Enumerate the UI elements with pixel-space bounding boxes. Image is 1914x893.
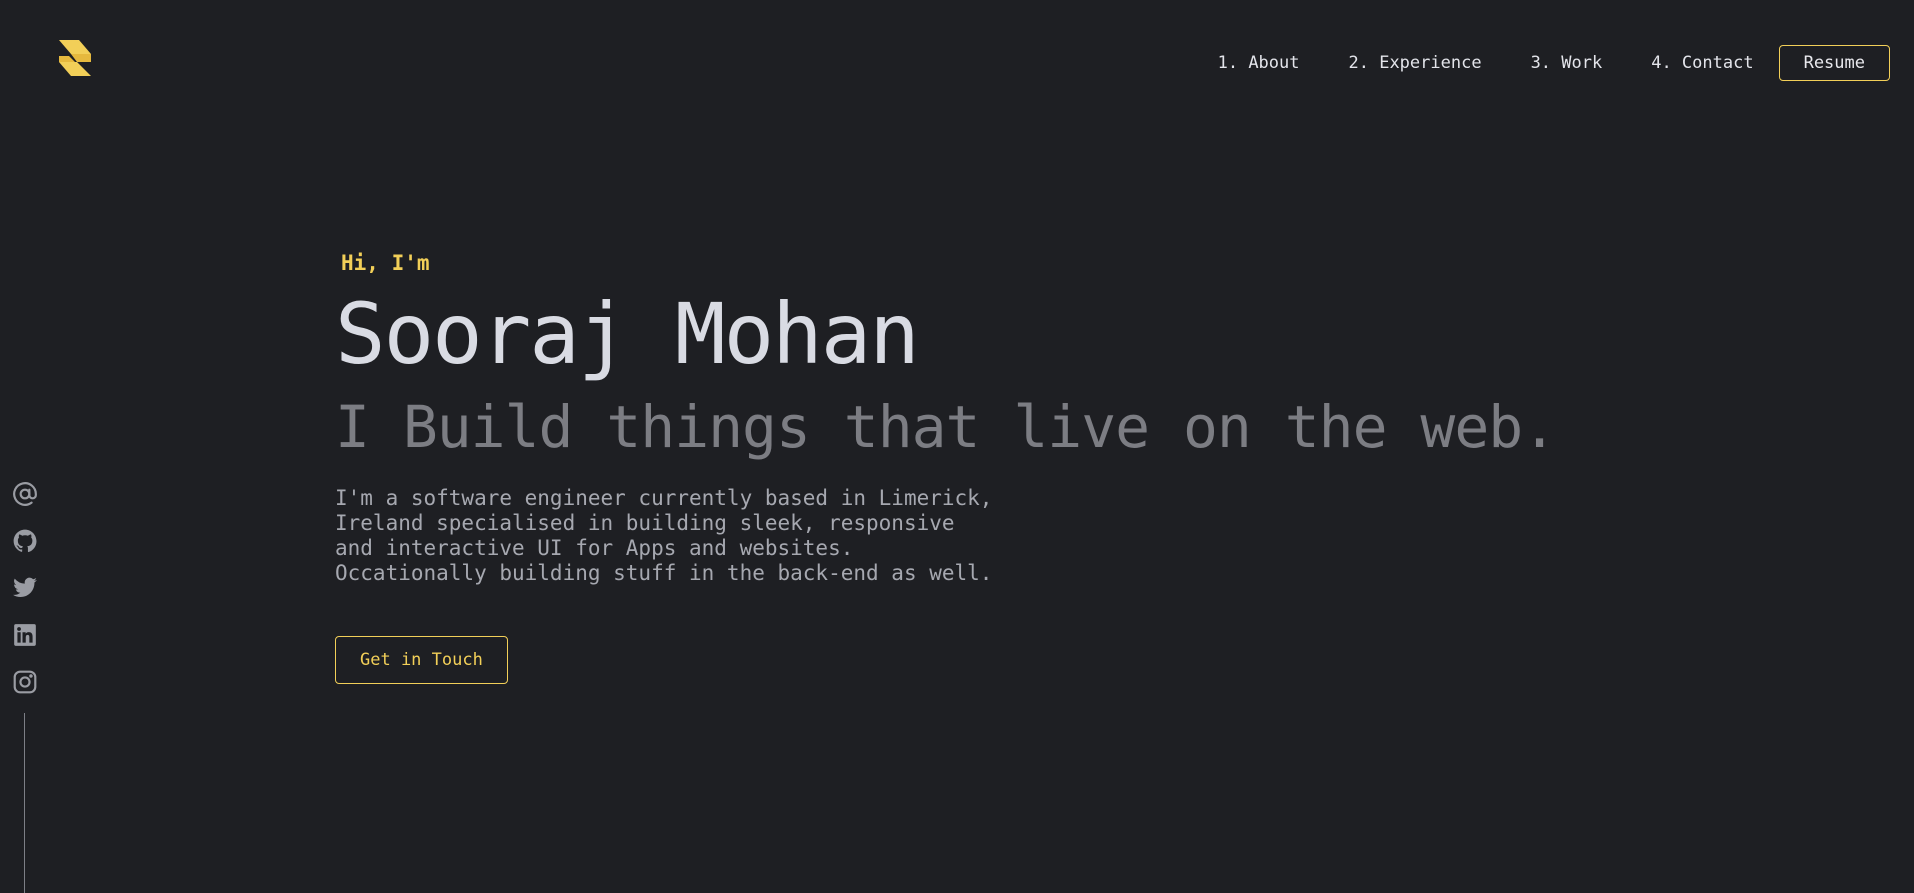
hero-section: Hi, I'm Sooraj Mohan I Build things that…: [335, 248, 1635, 684]
twitter-icon[interactable]: [11, 574, 39, 602]
github-icon[interactable]: [11, 527, 39, 555]
instagram-icon[interactable]: [11, 668, 39, 696]
s-logo-icon[interactable]: [55, 38, 95, 78]
hero-tagline: I Build things that live on the web.: [335, 393, 1557, 461]
bio-line: I'm a software engineer currently based …: [335, 486, 993, 510]
nav-work-link[interactable]: 3. Work: [1531, 53, 1603, 73]
get-in-touch-button[interactable]: Get in Touch: [335, 636, 508, 684]
bio-line: Ireland specialised in building sleek, r…: [335, 511, 955, 535]
bio-line: Occationally building stuff in the back-…: [335, 561, 993, 585]
resume-button[interactable]: Resume: [1778, 45, 1890, 81]
greeting-text: Hi, I'm: [341, 251, 430, 275]
main-nav: 1. About 2. Experience 3. Work 4. Contac…: [1218, 44, 1890, 82]
nav-contact-link[interactable]: 4. Contact: [1651, 53, 1753, 73]
hero-name: Sooraj Mohan: [335, 285, 920, 383]
social-links: [10, 480, 40, 715]
nav-about-link[interactable]: 1. About: [1218, 53, 1300, 73]
social-divider-line: [24, 713, 25, 893]
at-email-icon[interactable]: [11, 480, 39, 508]
linkedin-icon[interactable]: [11, 621, 39, 649]
hero-bio: I'm a software engineer currently based …: [335, 486, 993, 586]
nav-experience-link[interactable]: 2. Experience: [1349, 53, 1482, 73]
bio-line: and interactive UI for Apps and websites…: [335, 536, 854, 560]
